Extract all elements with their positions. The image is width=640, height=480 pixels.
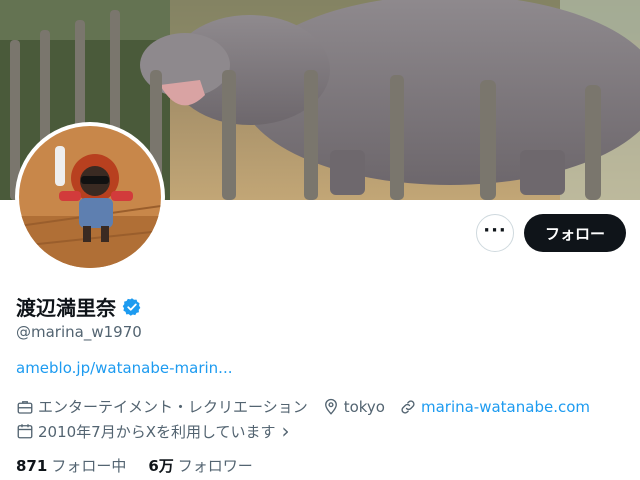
bio-link[interactable]: ameblo.jp/watanabe-marin... — [16, 359, 233, 377]
followers-label: フォロワー — [177, 457, 253, 475]
join-date-item[interactable]: 2010年7月からXを利用しています › — [16, 419, 290, 443]
join-date-row[interactable]: 2010年7月からXを利用しています › — [16, 419, 304, 443]
follow-stats: 871 フォロー中 6万 フォロワー — [16, 455, 275, 476]
chevron-right-icon: › — [281, 419, 290, 443]
followers-stat[interactable]: 6万 フォロワー — [148, 455, 252, 476]
category-item: エンターテイメント・レクリエーション — [16, 396, 308, 417]
link-icon — [401, 399, 415, 414]
handle: @marina_w1970 — [16, 323, 142, 341]
website-link[interactable]: marina-watanabe.com — [421, 398, 590, 416]
category-label: エンターテイメント・レクリエーション — [38, 398, 308, 416]
calendar-icon — [17, 424, 33, 439]
more-options-button[interactable]: ··· — [476, 214, 514, 252]
location-label: tokyo — [343, 397, 385, 416]
briefcase-icon — [17, 400, 33, 414]
verified-badge-icon[interactable] — [122, 297, 142, 317]
website-item[interactable]: marina-watanabe.com — [399, 398, 590, 416]
following-stat[interactable]: 871 フォロー中 — [16, 455, 126, 476]
more-icon: ··· — [483, 219, 507, 241]
follow-button[interactable]: フォロー — [524, 214, 626, 252]
name-row: 渡辺満里奈 — [16, 292, 142, 321]
avatar-image — [19, 126, 161, 268]
followers-count: 6万 — [148, 457, 174, 475]
join-date-label: 2010年7月からXを利用しています — [38, 422, 276, 441]
following-label: フォロー中 — [51, 457, 127, 475]
profile-meta-row: エンターテイメント・レクリエーション tokyo marina-watanabe… — [16, 396, 604, 417]
location-item: tokyo — [322, 398, 385, 416]
display-name: 渡辺満里奈 — [16, 296, 116, 320]
avatar[interactable] — [15, 122, 165, 272]
following-count: 871 — [16, 457, 48, 475]
location-icon — [324, 398, 337, 415]
